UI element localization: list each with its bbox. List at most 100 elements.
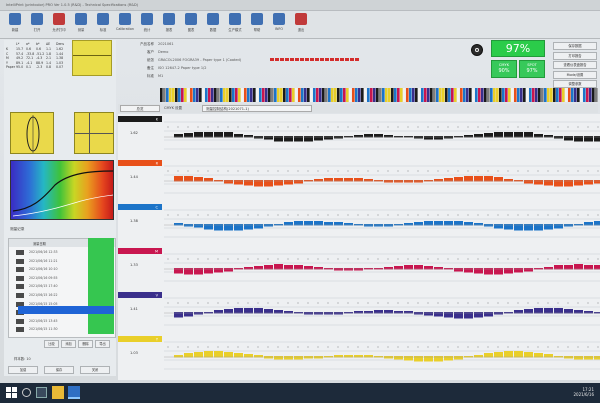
spectral-curve-plot [10,160,114,220]
task-view-icon[interactable] [36,387,47,398]
control-patch [532,88,535,102]
control-patch [247,88,250,102]
toolbar-button-6[interactable]: 统计 [136,13,158,37]
control-patch [355,88,358,102]
file-explorer-icon[interactable] [52,386,64,399]
table-cell: 0.1 [26,65,32,70]
control-patch [421,88,424,102]
toolbar-button-5[interactable]: Calibration [114,13,136,37]
toolbar-button-3[interactable]: 测量 [70,13,92,37]
density-bar [464,268,473,273]
table-cell: 1.1 [46,47,52,51]
toolbar-button-2[interactable]: 允许打印 [48,13,70,37]
density-bar [454,356,463,360]
table-cell: 0.6 [26,47,32,51]
right-button-3[interactable]: Mode/设置 [553,70,597,79]
control-patch [400,88,403,102]
history-button-0[interactable]: 比较 [44,340,59,348]
table-cell: Y [6,60,8,65]
selected-history-row[interactable] [18,306,114,314]
control-patch [307,88,310,102]
tab-control-structure[interactable]: 测量控制结构(2021071-1) [202,105,312,112]
density-bar [264,136,273,140]
density-bar [374,356,383,358]
control-patch [202,88,205,102]
toolbar-button-12[interactable]: INFO [268,13,290,37]
folder-icon [31,13,43,25]
table-header-cell: ΔE [46,42,51,46]
table-cell: 1.4 [46,60,52,65]
toolbar-button-1[interactable]: 打开 [26,13,48,37]
density-bar [394,180,403,183]
density-bar [394,356,403,360]
density-bar [194,312,203,315]
control-patch [373,88,376,102]
spot-score: SPOT 97% [519,60,545,78]
toolbar-button-9[interactable]: 数据 [202,13,224,37]
control-patch [361,88,364,102]
density-bar [344,312,353,314]
footer-button-1[interactable]: 保存 [44,366,74,374]
density-bar [574,356,583,360]
app-taskbar-icon[interactable] [68,386,80,399]
tab-overview[interactable]: 总览 [120,105,160,112]
cmyk-setting-checkbox[interactable]: CMYK 设置 [164,106,182,111]
density-charts: K1.62R1.44C1.38M1.33V1.41Y1.03 [118,116,600,370]
document-icon [16,318,24,324]
toolbar-label: 数据 [209,28,217,32]
density-bar [584,180,593,185]
density-bar [414,136,423,139]
control-patch [187,88,190,102]
standard-icon [97,13,109,25]
title-bar: IntelliPrint (printcolor) PRO Ver 1.0.5 … [0,0,600,11]
right-button-2[interactable]: 查看仪表盘报告 [553,61,597,69]
control-patch [325,88,328,102]
control-patch [556,88,559,102]
density-bar [594,180,600,184]
right-button-4[interactable]: 调整参数 [553,80,597,88]
document-icon [16,327,24,333]
history-button-2[interactable]: 删除 [78,340,93,348]
toolbar-button-0[interactable]: 新建 [4,13,26,37]
density-plot-area: K 1.62 R 1.44 C 1.38 M 1.33 V 1.41 Y 1.03 [118,114,600,380]
density-bar [294,180,303,184]
table-cell: 88.9 [36,60,44,65]
control-patch [499,88,502,102]
density-bar [494,352,503,358]
control-patch [529,88,532,102]
document-icon [16,267,24,273]
density-bar [514,351,523,358]
control-patch [352,88,355,102]
footer-buttons: 加载 保存 关闭 [8,366,114,375]
control-patch [553,88,556,102]
control-patch [253,88,256,102]
toolbar-button-11[interactable]: 帮助 [246,13,268,37]
toolbar-button-7[interactable]: 报表 [158,13,180,37]
footer-button-2[interactable]: 关闭 [80,366,110,374]
control-patch [391,88,394,102]
windows-start-icon[interactable] [6,387,17,398]
toolbar-button-8[interactable]: 图表 [180,13,202,37]
toolbar-button-4[interactable]: 标准 [92,13,114,37]
density-bar [324,356,333,358]
toolbar-button-13[interactable]: 退出 [290,13,312,37]
table-cell: 15.7 [16,47,24,51]
search-icon[interactable] [22,388,31,397]
density-bar [364,268,373,270]
density-bar [424,180,433,182]
footer-button-0[interactable]: 加载 [8,366,38,374]
control-patch [283,88,286,102]
right-button-0[interactable]: 保存数据 [553,42,597,50]
toolbar-button-10[interactable]: 生产模式 [224,13,246,37]
refresh-icon[interactable] [471,44,483,56]
info-row: 产品名称 2021061 [120,42,360,49]
density-bar [414,312,423,315]
control-patch [163,88,166,102]
data-icon [207,13,219,25]
right-button-1[interactable]: 打印报告 [553,51,597,60]
table-cell: K [6,47,9,51]
density-bar [474,176,483,182]
history-button-3[interactable]: 导出 [95,340,110,348]
history-button-1[interactable]: 添加 [61,340,76,348]
table-header-cell: Dens [56,42,65,46]
